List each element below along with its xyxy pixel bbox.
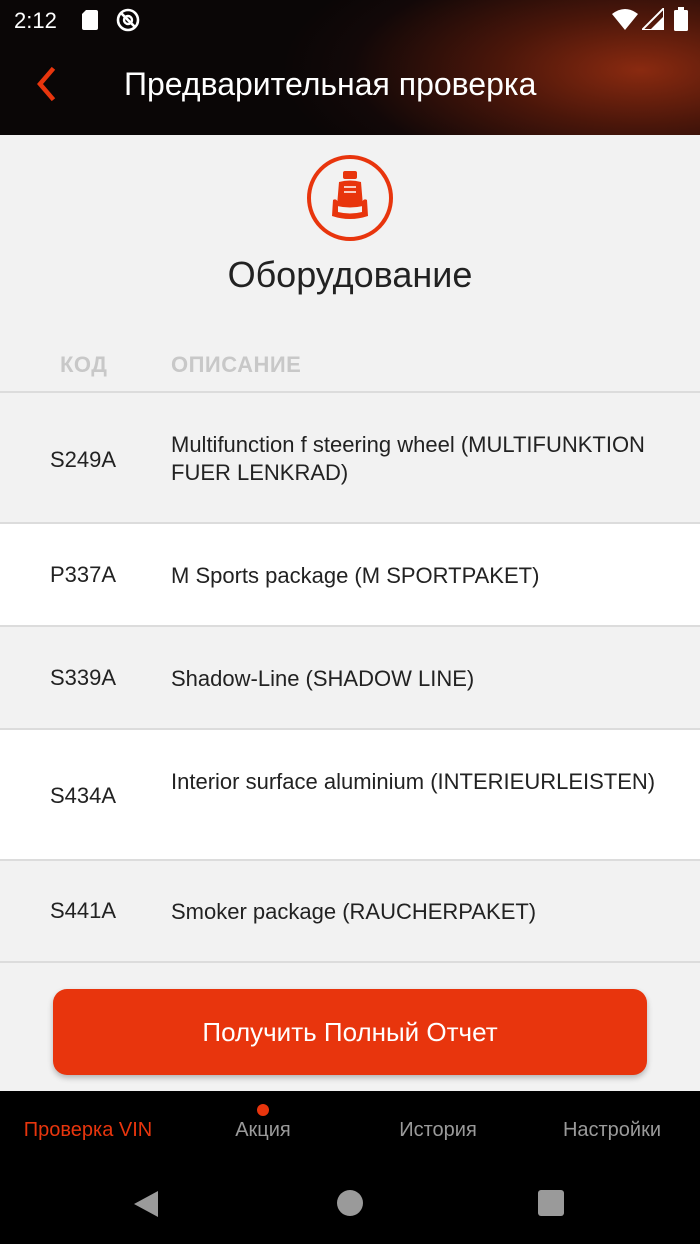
status-time: 2:12 [14, 8, 57, 33]
status-bar: 2:12 [0, 0, 700, 40]
nav-item-vin-check[interactable]: Проверка VIN [20, 1119, 156, 1142]
nav-item-history[interactable]: История [390, 1119, 486, 1142]
section-title: Оборудование [227, 254, 473, 295]
wifi-icon [612, 9, 638, 30]
notification-dot [257, 1104, 269, 1116]
get-full-report-button[interactable]: Получить Полный Отчет [53, 989, 647, 1075]
row-description: Multifunction f steering wheel (MULTIFUN… [171, 432, 645, 485]
signal-icon [642, 8, 664, 30]
nav-item-promo[interactable]: Акция [220, 1119, 306, 1142]
nav-item-settings[interactable]: Настройки [556, 1119, 668, 1142]
bottom-nav: Проверка VIN Акция История Настройки [0, 1091, 700, 1171]
screen: 2:12 Предварительная проверка Оборудован… [0, 0, 700, 1244]
row-code: S339A [50, 665, 117, 690]
battery-icon [674, 7, 688, 31]
row-description: Smoker package (RAUCHERPAKET) [171, 899, 537, 924]
table-row[interactable]: S434A Interior surface aluminium (INTERI… [0, 730, 700, 861]
row-code: P337A [50, 562, 117, 587]
row-code: S441A [50, 898, 117, 923]
row-code: S249A [50, 447, 117, 472]
sd-card-icon [82, 10, 98, 30]
car-seat-icon [307, 155, 393, 241]
do-not-disturb-icon [116, 8, 140, 32]
page-title: Предварительная проверка [124, 66, 537, 102]
column-header-code: КОД [60, 352, 108, 377]
column-header-description: ОПИСАНИЕ [171, 352, 302, 377]
back-triangle-icon[interactable] [132, 1189, 160, 1219]
app-bar: Предварительная проверка [0, 40, 700, 135]
system-nav [0, 1171, 700, 1244]
header: 2:12 Предварительная проверка [0, 0, 700, 135]
row-description: M Sports package (M SPORTPAKET) [171, 563, 540, 588]
table-row[interactable]: S441A Smoker package (RAUCHERPAKET) [0, 861, 700, 963]
chevron-left-icon [37, 66, 56, 102]
home-circle-icon[interactable] [337, 1190, 363, 1216]
back-button[interactable] [28, 62, 68, 106]
table-row[interactable]: S249A Multifunction f steering wheel (MU… [0, 393, 700, 524]
row-code: S434A [50, 783, 117, 808]
recents-square-icon[interactable] [538, 1190, 564, 1216]
row-description: Interior surface aluminium (INTERIEURLEI… [171, 769, 656, 794]
table-row[interactable]: P337A M Sports package (M SPORTPAKET) [0, 524, 700, 627]
table-row[interactable]: S339A Shadow-Line (SHADOW LINE) [0, 627, 700, 730]
row-description: Shadow-Line (SHADOW LINE) [171, 666, 475, 691]
